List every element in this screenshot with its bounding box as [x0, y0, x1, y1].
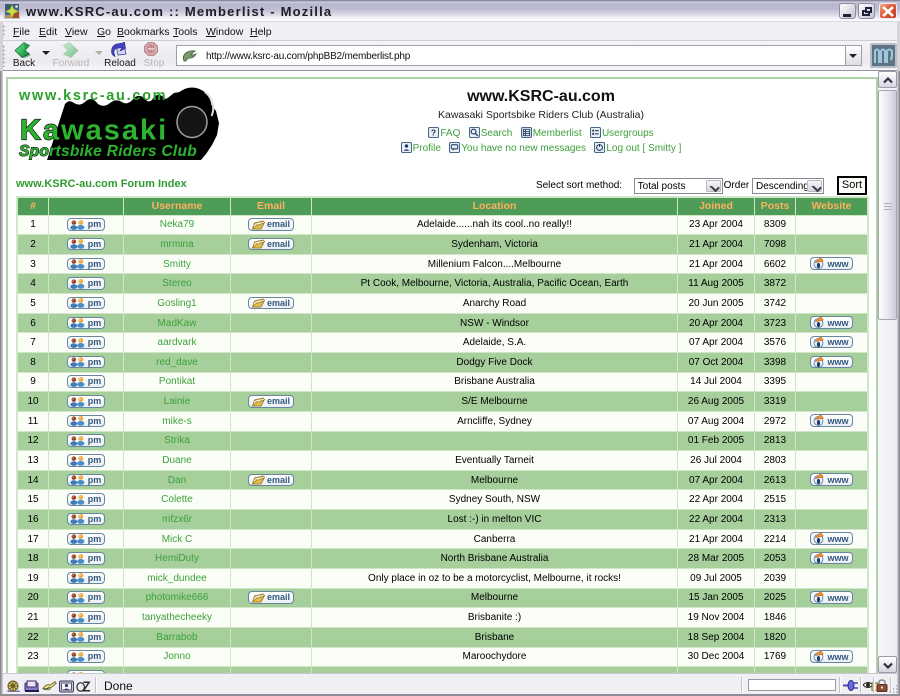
svg-text:Sportsbike Riders Club: Sportsbike Riders Club	[19, 143, 197, 160]
svg-text:Kawasaki: Kawasaki	[20, 115, 168, 147]
svg-text:www.ksrc-au.com: www.ksrc-au.com	[18, 88, 167, 104]
svg-text:?: ?	[431, 129, 436, 138]
